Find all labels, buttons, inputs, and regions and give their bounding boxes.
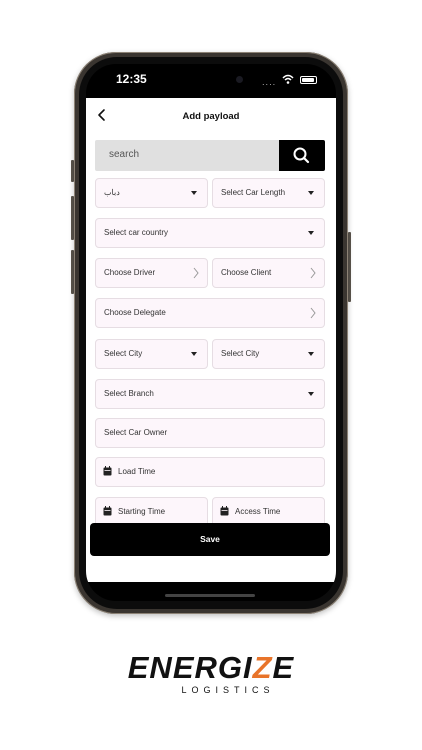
app-store-screenshot: 12:35 .... Add payload search دباب Selec… xyxy=(0,0,422,750)
dropdown-arrow-icon xyxy=(308,191,314,195)
starting-time-label: Starting Time xyxy=(118,507,166,516)
status-bar: 12:35 .... xyxy=(86,64,336,98)
calendar-icon xyxy=(103,506,112,516)
car-country-dropdown[interactable]: Select car country xyxy=(95,218,325,248)
camera-icon xyxy=(236,76,243,83)
client-label: Choose Client xyxy=(221,268,272,277)
dropdown-arrow-icon xyxy=(308,231,314,235)
app-header: Add payload xyxy=(86,98,336,138)
wifi-icon xyxy=(282,74,294,84)
logo-text-end: E xyxy=(272,650,295,685)
dropdown-arrow-icon xyxy=(308,352,314,356)
page-title: Add payload xyxy=(182,111,240,122)
access-time-label: Access Time xyxy=(235,507,281,516)
branch-label: Select Branch xyxy=(104,389,154,398)
chevron-right-icon xyxy=(193,267,199,279)
logo-wordmark: ENERGIZE xyxy=(120,650,302,686)
load-time-field[interactable]: Load Time xyxy=(95,457,325,487)
logo-accent-letter: Z xyxy=(252,650,273,685)
branch-dropdown[interactable]: Select Branch xyxy=(95,379,325,409)
logo-tagline: LOGISTICS xyxy=(181,685,275,695)
car-type-value: دباب xyxy=(104,188,120,197)
home-indicator[interactable] xyxy=(165,594,255,597)
choose-delegate-field[interactable]: Choose Delegate xyxy=(95,298,325,328)
car-length-label: Select Car Length xyxy=(221,188,286,197)
car-country-label: Select car country xyxy=(104,228,169,237)
phone-screen: 12:35 .... Add payload search دباب Selec… xyxy=(86,64,336,601)
logo-text-start: ENERGI xyxy=(127,650,253,685)
add-payload-page: Add payload search دباب Select Car Lengt… xyxy=(86,98,336,582)
city-to-label: Select City xyxy=(221,349,260,358)
energize-logo: ENERGIZE LOGISTICS xyxy=(120,650,302,700)
city-from-dropdown[interactable]: Select City xyxy=(95,339,208,369)
dropdown-arrow-icon xyxy=(308,392,314,396)
status-time: 12:35 xyxy=(116,72,147,86)
chevron-right-icon xyxy=(310,307,316,319)
load-time-label: Load Time xyxy=(118,467,156,476)
choose-driver-field[interactable]: Choose Driver xyxy=(95,258,208,288)
car-type-dropdown[interactable]: دباب xyxy=(95,178,208,208)
car-length-dropdown[interactable]: Select Car Length xyxy=(212,178,325,208)
battery-icon xyxy=(300,76,317,84)
save-button-label: Save xyxy=(200,534,220,544)
driver-label: Choose Driver xyxy=(104,268,156,277)
city-from-label: Select City xyxy=(104,349,143,358)
dropdown-arrow-icon xyxy=(191,191,197,195)
car-owner-label: Select Car Owner xyxy=(104,428,168,437)
chevron-right-icon xyxy=(310,267,316,279)
save-button[interactable]: Save xyxy=(90,523,330,556)
search-button[interactable] xyxy=(279,140,325,171)
search-icon xyxy=(293,147,310,164)
dropdown-arrow-icon xyxy=(191,352,197,356)
power-button xyxy=(348,232,351,302)
choose-client-field[interactable]: Choose Client xyxy=(212,258,325,288)
signal-icon: .... xyxy=(262,78,277,87)
delegate-label: Choose Delegate xyxy=(104,308,166,317)
car-owner-field[interactable]: Select Car Owner xyxy=(95,418,325,448)
calendar-icon xyxy=(103,466,112,476)
search-placeholder: search xyxy=(109,149,140,160)
calendar-icon xyxy=(220,506,229,516)
city-to-dropdown[interactable]: Select City xyxy=(212,339,325,369)
